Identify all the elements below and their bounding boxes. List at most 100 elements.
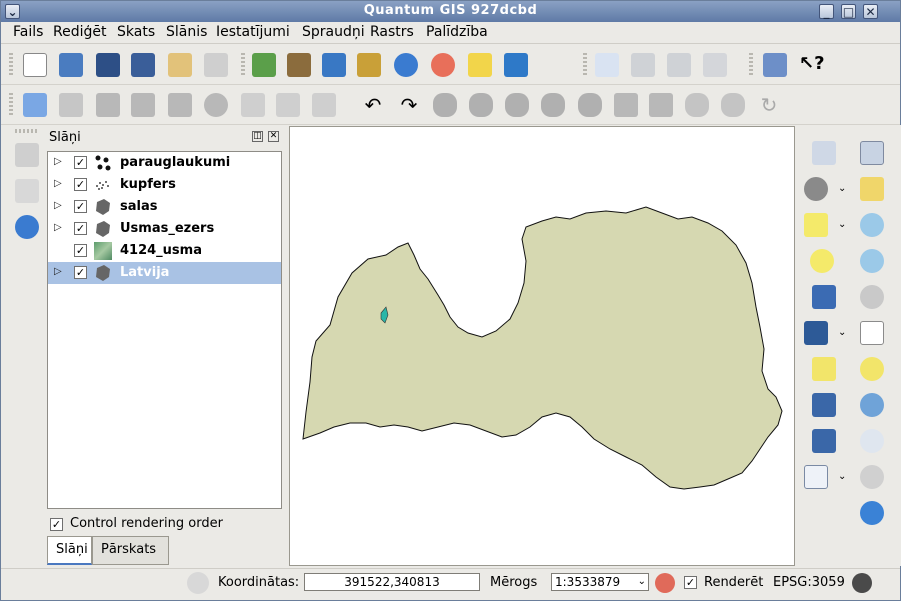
merge-features-icon[interactable] — [685, 93, 709, 117]
measure-icon[interactable] — [804, 321, 828, 345]
label-tool-icon[interactable] — [631, 53, 655, 77]
layer-visibility-checkbox[interactable]: ✓ — [74, 266, 87, 279]
new-vector-layer-icon[interactable] — [468, 53, 492, 77]
gps-tool-icon[interactable] — [15, 143, 39, 167]
layer-visibility-checkbox[interactable]: ✓ — [74, 178, 87, 191]
help-contents-icon[interactable] — [763, 53, 787, 77]
tab-parskats[interactable]: Pārskats — [92, 536, 169, 565]
settings-gear-icon[interactable] — [804, 177, 828, 201]
map-tips-icon[interactable] — [812, 357, 836, 381]
expand-arrow-icon[interactable]: ▷ — [54, 156, 62, 167]
undo-icon[interactable]: ↶ — [361, 93, 385, 117]
toolbar-grip[interactable] — [583, 53, 587, 77]
elevation-tool-icon[interactable] — [15, 179, 39, 203]
plugin-manager-icon[interactable] — [703, 53, 727, 77]
chevron-down-icon[interactable]: ⌄ — [838, 219, 846, 230]
save-as-icon[interactable] — [131, 53, 155, 77]
zoom-actual-size-icon[interactable] — [860, 285, 884, 309]
reshape-features-icon[interactable] — [614, 93, 638, 117]
stop-render-icon[interactable] — [655, 573, 675, 593]
identify-icon[interactable] — [812, 141, 836, 165]
map-canvas[interactable] — [289, 126, 795, 566]
zoom-full-icon[interactable] — [860, 321, 884, 345]
print-composer-icon[interactable] — [168, 53, 192, 77]
redo-icon[interactable]: ↷ — [397, 93, 421, 117]
toolbar-grip[interactable] — [9, 53, 13, 77]
toolbar-grip[interactable] — [241, 53, 245, 77]
close-panel-icon[interactable]: ✕ — [268, 131, 279, 142]
toolbar-grip[interactable] — [15, 129, 37, 133]
add-raster-layer-icon[interactable] — [287, 53, 311, 77]
zoom-to-layer-icon[interactable] — [860, 393, 884, 417]
add-ring-icon[interactable] — [469, 93, 493, 117]
render-checkbox[interactable]: ✓ — [684, 576, 697, 589]
expand-arrow-icon[interactable]: ▷ — [54, 222, 62, 233]
menu-rastrs[interactable]: Rastrs — [370, 24, 414, 40]
add-postgis-layer-icon[interactable] — [322, 53, 346, 77]
whats-this-icon[interactable]: ↖? — [799, 53, 825, 77]
split-features-icon[interactable] — [649, 93, 673, 117]
zoom-out-icon[interactable] — [860, 249, 884, 273]
layer-row[interactable]: ▷ ✓ Latvija — [48, 262, 281, 284]
crs-label[interactable]: EPSG:3059 — [773, 575, 845, 590]
open-project-icon[interactable] — [59, 53, 83, 77]
pan-hand-icon[interactable] — [860, 141, 884, 165]
layer-row[interactable]: ▷ ✓ Usmas_ezers — [48, 218, 281, 240]
copy-features-icon[interactable] — [276, 93, 300, 117]
float-panel-icon[interactable]: ◫ — [252, 131, 263, 142]
new-bookmark-icon[interactable] — [812, 393, 836, 417]
node-tool-icon[interactable] — [168, 93, 192, 117]
zoom-to-selection-icon[interactable] — [860, 357, 884, 381]
toolbar-grip[interactable] — [749, 53, 753, 77]
delete-selected-icon[interactable] — [204, 93, 228, 117]
layer-row[interactable]: ▷ ✓ kupfers — [48, 174, 281, 196]
expand-arrow-icon[interactable]: ▷ — [54, 200, 62, 211]
zoom-next-icon[interactable] — [860, 465, 884, 489]
toggle-editing-icon[interactable] — [23, 93, 47, 117]
cut-features-icon[interactable] — [241, 93, 265, 117]
add-part-icon[interactable] — [505, 93, 529, 117]
expand-arrow-icon[interactable]: ▷ — [54, 266, 62, 277]
layer-row[interactable]: ✓ 4124_usma — [48, 240, 281, 262]
layer-row[interactable]: ▷ ✓ parauglaukumi — [48, 152, 281, 174]
deselect-icon[interactable] — [810, 249, 834, 273]
layer-visibility-checkbox[interactable]: ✓ — [74, 222, 87, 235]
refresh-icon[interactable] — [860, 501, 884, 525]
crs-status-icon[interactable] — [852, 573, 872, 593]
layer-visibility-checkbox[interactable]: ✓ — [74, 244, 87, 257]
title-bar[interactable]: ⌄ Quantum GIS 927dcbd _ □ ✕ — [1, 1, 900, 22]
remove-layer-icon[interactable] — [504, 53, 528, 77]
layer-visibility-checkbox[interactable]: ✓ — [74, 156, 87, 169]
expand-arrow-icon[interactable]: ▷ — [54, 178, 62, 189]
zoom-in-icon[interactable] — [860, 213, 884, 237]
menu-skats[interactable]: Skats — [117, 24, 155, 40]
chevron-down-icon[interactable]: ⌄ — [838, 471, 846, 482]
new-project-icon[interactable] — [23, 53, 47, 77]
simplify-feature-icon[interactable] — [433, 93, 457, 117]
tab-slani[interactable]: Slāņi — [47, 536, 92, 565]
layer-visibility-checkbox[interactable]: ✓ — [74, 200, 87, 213]
menu-spraudni[interactable]: Spraudņi — [302, 24, 365, 40]
scale-combobox[interactable]: 1:3533879 ⌄ — [551, 573, 649, 591]
delete-part-icon[interactable] — [578, 93, 602, 117]
toolbar-grip[interactable] — [9, 93, 13, 117]
chevron-down-icon[interactable]: ⌄ — [638, 574, 646, 590]
save-edits-icon[interactable] — [59, 93, 83, 117]
menu-palidziba[interactable]: Palīdzība — [426, 24, 488, 40]
delete-ring-icon[interactable] — [541, 93, 565, 117]
add-spatialite-layer-icon[interactable] — [357, 53, 381, 77]
coordinate-toggle-icon[interactable] — [187, 572, 209, 594]
control-rendering-order-checkbox[interactable]: ✓ — [50, 518, 63, 531]
pan-to-selection-icon[interactable] — [860, 177, 884, 201]
save-project-icon[interactable] — [96, 53, 120, 77]
show-bookmarks-icon[interactable] — [812, 429, 836, 453]
text-annotation-icon[interactable] — [804, 465, 828, 489]
maximize-icon[interactable]: □ — [841, 4, 856, 19]
add-wfs-layer-icon[interactable] — [431, 53, 455, 77]
close-icon[interactable]: ✕ — [863, 4, 878, 19]
paste-features-icon[interactable] — [312, 93, 336, 117]
select-features-icon[interactable] — [804, 213, 828, 237]
minimize-icon[interactable]: _ — [819, 4, 834, 19]
menu-rediget[interactable]: Rediģēt — [53, 24, 106, 40]
menu-fails[interactable]: Fails — [13, 24, 43, 40]
